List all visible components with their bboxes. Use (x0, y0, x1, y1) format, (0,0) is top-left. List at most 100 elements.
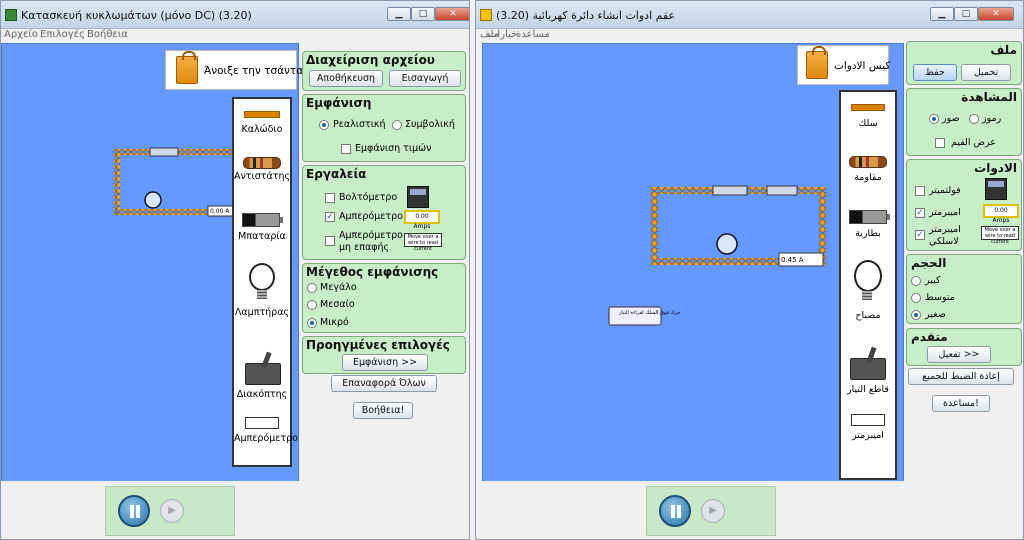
battery-part[interactable] (149, 147, 179, 157)
wire-icon (244, 111, 280, 118)
play-area[interactable]: 0.00 A Άνοιξε την τσάντα Καλώδιο Αντιστά… (1, 43, 303, 491)
menu-help[interactable]: مساعدة (516, 29, 550, 40)
tool-wire[interactable]: Καλώδιο (234, 99, 290, 139)
tool-bulb[interactable]: مصباح (841, 256, 895, 336)
playback-controls: ▶ (105, 486, 235, 536)
tool-battery[interactable]: بطارية (841, 202, 895, 242)
tool-resistor[interactable]: Αντιστάτης (234, 147, 290, 187)
tool-battery[interactable]: Μπαταρία (234, 203, 290, 243)
view-panel-title: المشاهدة (961, 90, 1017, 104)
noncontact-ammeter-checkbox[interactable]: ✓ (915, 230, 925, 240)
bulb-icon (249, 263, 275, 299)
show-values-checkbox[interactable] (341, 144, 351, 154)
ammeter-checkbox[interactable]: ✓ (325, 212, 335, 222)
noncontact-label-2: لاسلكي (929, 236, 959, 247)
show-advanced-button[interactable]: Εμφάνιση >> (342, 354, 428, 371)
load-button[interactable]: Εισαγωγή (389, 70, 461, 87)
title-bar[interactable]: (عقم ادوات انشاء دائرة كهربائية (3.20 ▁ … (476, 1, 1023, 29)
window-title: Κατασκευή κυκλωμάτων (μόνο DC) (3.20) (21, 9, 252, 22)
voltmeter-checkbox[interactable] (915, 186, 925, 196)
pause-button[interactable] (118, 495, 150, 527)
open-bag-button[interactable]: كيس الادوات (797, 45, 890, 85)
schematic-radio[interactable] (969, 114, 979, 124)
lifelike-label: صور (942, 113, 960, 124)
schematic-radio[interactable] (392, 120, 402, 130)
minimize-button[interactable]: ▁ (387, 7, 411, 21)
open-bag-button[interactable]: Άνοιξε την τσάντα (165, 50, 303, 90)
save-button[interactable]: Αποθήκευση (309, 70, 383, 87)
close-button[interactable]: ✕ (435, 7, 469, 21)
menu-file[interactable]: Αρχείο (4, 29, 38, 40)
medium-radio[interactable] (307, 300, 317, 310)
advanced-panel-title: متقدم (911, 330, 948, 344)
small-radio[interactable] (911, 310, 921, 320)
tool-switch[interactable]: Διακόπτης (234, 339, 290, 400)
show-values-label: Εμφάνιση τιμών (355, 143, 432, 154)
tool-ammeter[interactable]: Αμπερόμετρο (234, 413, 298, 453)
size-panel-title: الحجم (911, 256, 947, 270)
switch-icon (245, 363, 281, 385)
ammeter-checkbox[interactable]: ✓ (915, 208, 925, 218)
play-area[interactable]: 0.45 A حرك فوق السلك لقراءة التيار كيس ا… (482, 43, 904, 485)
voltmeter-label: Βολτόμετρο (339, 192, 398, 203)
title-bar[interactable]: Κατασκευή κυκλωμάτων (μόνο DC) (3.20) ▁ … (1, 1, 469, 29)
help-button[interactable]: Βοήθεια! (353, 402, 413, 419)
large-radio[interactable] (911, 276, 921, 286)
reset-all-button[interactable]: إعادة الضبط للجميع (908, 368, 1014, 385)
app-icon (5, 9, 17, 21)
tool-ammeter[interactable]: اميبرمتر (841, 410, 895, 450)
junction[interactable] (114, 209, 120, 215)
minimize-button[interactable]: ▁ (930, 7, 954, 21)
battery-part[interactable] (712, 185, 748, 196)
noncontact-label-1: Αμπερόμετρο (339, 230, 403, 241)
toolbox: سلك مقاومة بطارية مصباح قاطع التيار اميب… (839, 90, 897, 480)
maximize-button[interactable]: □ (954, 7, 978, 21)
menu-options[interactable]: Επιλογές (40, 29, 85, 40)
noncontact-label-2: μη επαφής (339, 242, 390, 253)
maximize-button[interactable]: □ (411, 7, 435, 21)
tool-bulb[interactable]: Λαμπτήρας (234, 259, 290, 331)
tool-label: سلك (858, 118, 878, 129)
menu-help[interactable]: Βοήθεια (87, 29, 128, 40)
step-button[interactable]: ▶ (701, 499, 725, 523)
bulb-part[interactable] (144, 191, 162, 209)
bag-icon (806, 46, 828, 79)
bulb-part[interactable] (716, 233, 738, 255)
tool-label: Αντιστάτης (234, 171, 291, 182)
large-radio[interactable] (307, 283, 317, 293)
show-advanced-button[interactable]: تفعيل >> (927, 346, 991, 363)
load-button[interactable]: تحميل (961, 64, 1011, 81)
show-values-label: عرض القيم (951, 137, 996, 148)
step-button[interactable]: ▶ (160, 499, 184, 523)
tool-switch[interactable]: قاطع التيار (841, 338, 895, 398)
lifelike-radio[interactable] (929, 114, 939, 124)
ammeter-icon (245, 417, 279, 429)
show-values-checkbox[interactable] (935, 138, 945, 148)
noncontact-ammeter-checkbox[interactable] (325, 236, 335, 246)
small-label: Μικρό (320, 317, 349, 328)
close-button[interactable]: ✕ (978, 7, 1014, 21)
wire-icon (851, 104, 885, 111)
advanced-panel: Προηγμένες επιλογές Εμφάνιση >> (302, 336, 466, 374)
lifelike-radio[interactable] (319, 120, 329, 130)
medium-radio[interactable] (911, 293, 921, 303)
voltmeter-checkbox[interactable] (325, 193, 335, 203)
help-button[interactable]: مساعدة! (932, 395, 990, 412)
reset-all-button[interactable]: Επαναφορά Όλων (331, 375, 437, 392)
battery-part[interactable] (766, 185, 798, 196)
wire-left[interactable] (651, 187, 658, 265)
pause-button[interactable] (659, 495, 691, 527)
save-button[interactable]: حفظ (913, 64, 957, 81)
tool-label: قاطع التيار (847, 384, 889, 395)
small-radio[interactable] (307, 318, 317, 328)
tool-wire[interactable]: سلك (841, 92, 895, 132)
menu-file[interactable]: ملف (480, 29, 499, 40)
tool-resistor[interactable]: مقاومة (841, 148, 895, 188)
size-panel: الحجم كبير متوسط صغير (906, 254, 1022, 324)
advanced-panel: متقدم تفعيل >> (906, 328, 1022, 366)
wire-left[interactable] (114, 149, 120, 215)
bag-label: Άνοιξε την τσάντα (204, 65, 304, 77)
noncontact-readout: حرك فوق السلك لقراءة التيار (619, 310, 681, 316)
tool-label: بطارية (855, 228, 881, 239)
warning-icon (480, 9, 492, 21)
